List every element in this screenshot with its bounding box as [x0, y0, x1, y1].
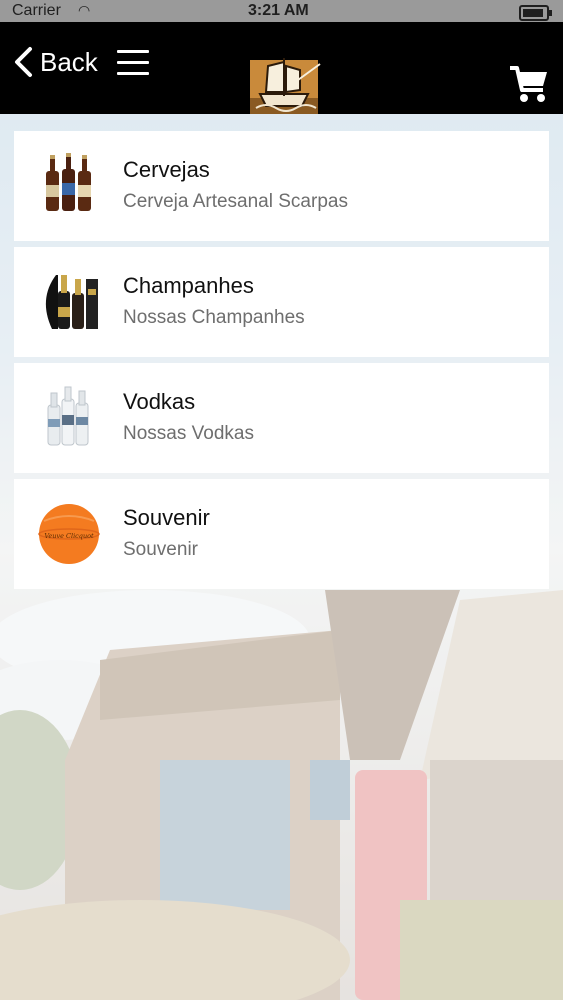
category-subtitle: Nossas Champanhes [123, 307, 305, 328]
back-button[interactable]: Back [12, 44, 98, 80]
battery-icon [519, 5, 552, 21]
list-item-souvenir[interactable]: Veuve Clicquot Souvenir Souvenir [14, 479, 549, 589]
category-subtitle: Souvenir [123, 539, 198, 560]
wifi-icon: ◠ [78, 2, 91, 18]
vodka-bottles-thumbnail [47, 386, 89, 446]
list-item-vodkas[interactable]: Vodkas Nossas Vodkas [14, 363, 549, 473]
shopping-cart-icon[interactable] [508, 62, 550, 104]
category-list: Cervejas Cerveja Artesanal Scarpas Champ… [14, 131, 549, 595]
category-subtitle: Nossas Vodkas [123, 423, 254, 444]
status-bar: Carrier ◠ 3:21 AM [0, 0, 563, 22]
carrier-label: Carrier [12, 2, 61, 19]
category-subtitle: Cerveja Artesanal Scarpas [123, 191, 348, 212]
category-title: Vodkas [123, 389, 196, 414]
champagne-bottles-thumbnail [45, 275, 98, 329]
souvenir-ball-text: Veuve Clicquot [44, 532, 94, 540]
category-title: Cervejas [123, 157, 210, 182]
category-title: Souvenir [123, 505, 210, 530]
category-title: Champanhes [123, 273, 254, 298]
beer-bottles-thumbnail [46, 153, 91, 211]
ship-logo[interactable] [246, 50, 322, 116]
back-label: Back [40, 46, 98, 77]
list-item-champanhes[interactable]: Champanhes Nossas Champanhes [14, 247, 549, 357]
hamburger-menu-icon[interactable] [117, 50, 149, 76]
status-time: 3:21 AM [248, 2, 309, 19]
list-item-cervejas[interactable]: Cervejas Cerveja Artesanal Scarpas [14, 131, 549, 241]
souvenir-ball-thumbnail: Veuve Clicquot [38, 504, 100, 564]
chevron-left-icon [15, 47, 32, 77]
